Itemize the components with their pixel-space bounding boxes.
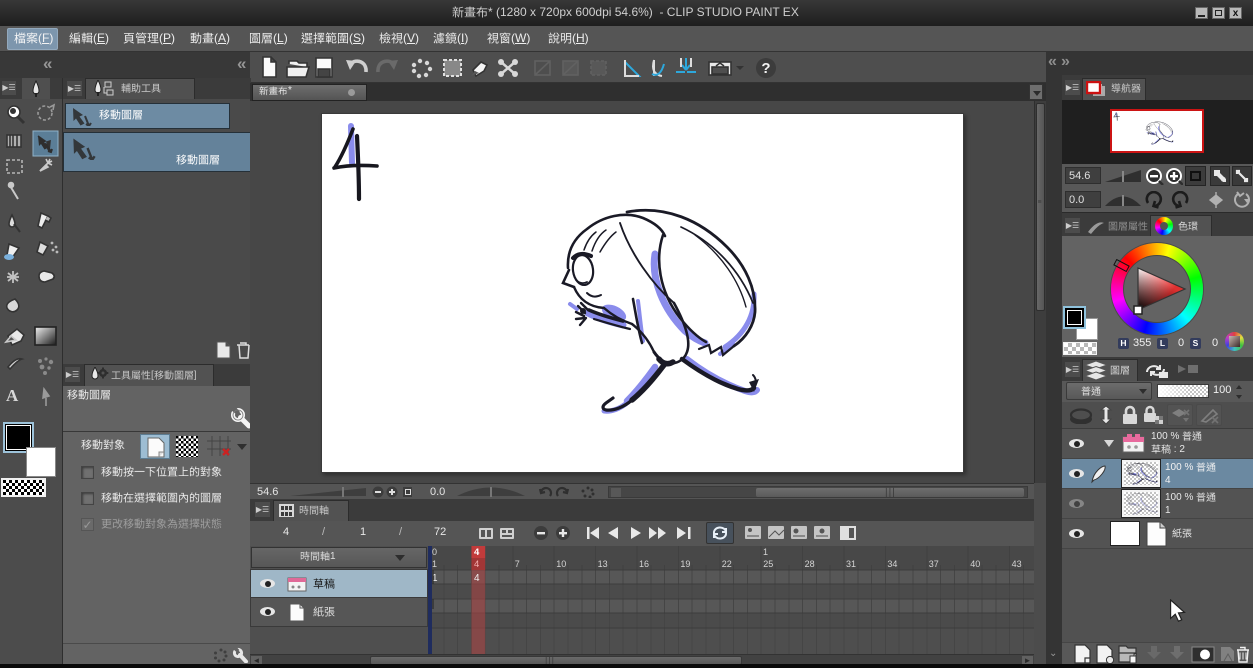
- svg-text:1: 1: [763, 547, 768, 557]
- svg-text:A: A: [6, 386, 19, 405]
- svg-text:16: 16: [639, 559, 649, 569]
- svg-text:37: 37: [929, 559, 939, 569]
- svg-text:19: 19: [680, 559, 690, 569]
- svg-text:4: 4: [474, 573, 480, 584]
- svg-text:40: 40: [970, 559, 980, 569]
- svg-text:43: 43: [1012, 559, 1022, 569]
- svg-text:4: 4: [474, 559, 479, 570]
- svg-text:34: 34: [887, 559, 897, 569]
- svg-text:4: 4: [474, 547, 480, 558]
- svg-text:10: 10: [556, 559, 566, 569]
- svg-text:?: ?: [761, 60, 770, 77]
- svg-text:31: 31: [846, 559, 856, 569]
- svg-text:7: 7: [515, 559, 520, 569]
- svg-text:13: 13: [598, 559, 608, 569]
- svg-text:0: 0: [432, 547, 437, 557]
- svg-text:25: 25: [763, 559, 773, 569]
- svg-text:28: 28: [805, 559, 815, 569]
- svg-text:1: 1: [432, 559, 437, 569]
- svg-text:22: 22: [722, 559, 732, 569]
